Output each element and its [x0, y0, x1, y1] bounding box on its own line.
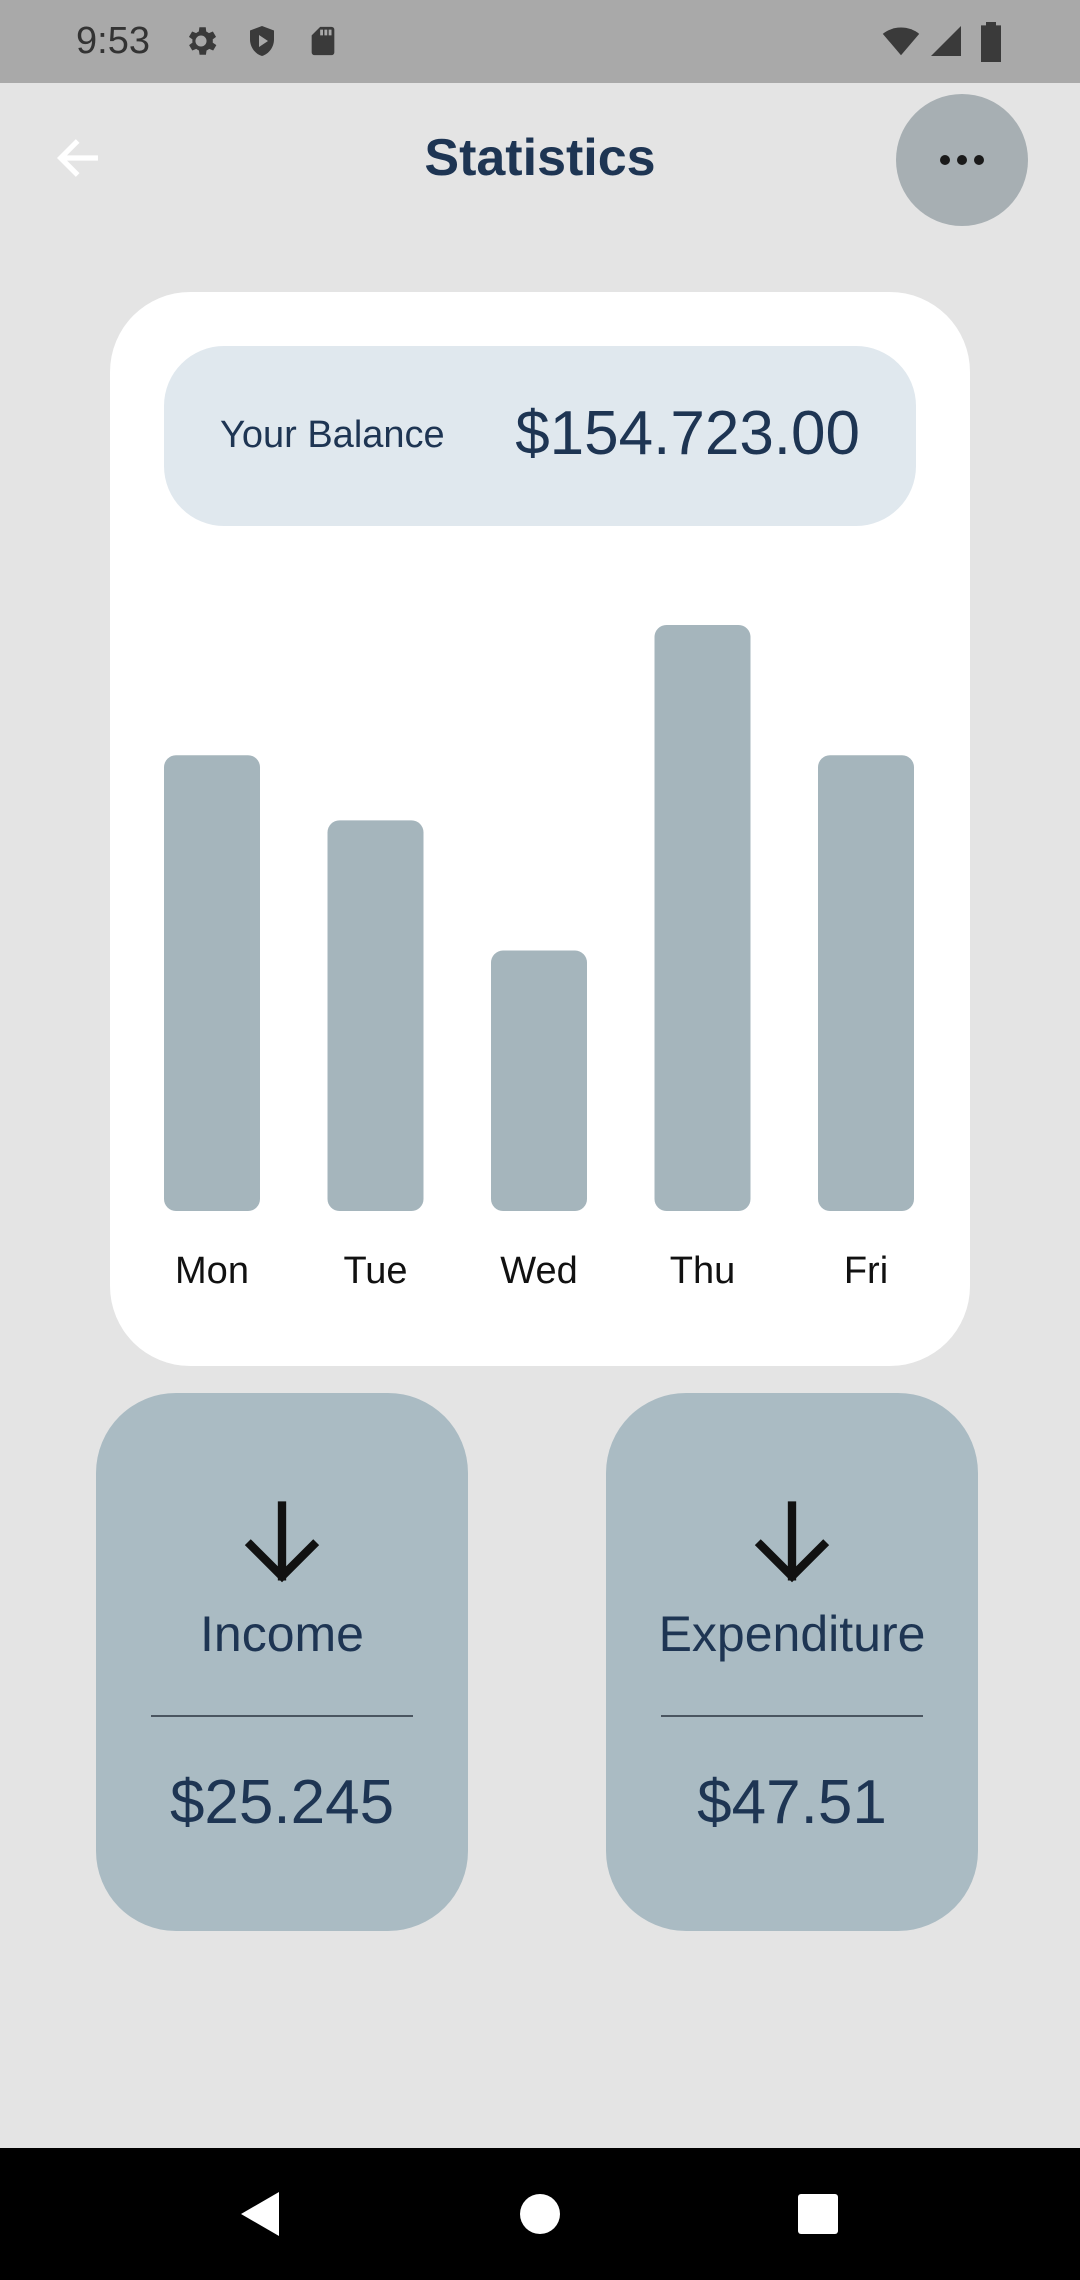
statistics-card: Your Balance $154.723.00 Mon Tue Wed Thu Fri: [110, 292, 970, 1366]
signal-icon: [931, 26, 961, 56]
nav-back-icon: [241, 2192, 279, 2236]
navigation-bar: [0, 2148, 1080, 2280]
nav-recents-icon: [798, 2194, 838, 2234]
bar-mon: [164, 755, 260, 1211]
nav-home-icon: [520, 2194, 560, 2234]
bar-tue: [327, 820, 424, 1211]
expenditure-value: $47.51: [697, 1768, 887, 1837]
status-bar: 9:53: [0, 0, 1080, 83]
nav-back-button[interactable]: [218, 2172, 302, 2256]
divider: [661, 1715, 923, 1717]
weekly-bar-chart: Mon Tue Wed Thu Fri: [164, 625, 914, 1292]
divider: [151, 1715, 413, 1717]
gear-icon: [188, 27, 217, 55]
wifi-icon: [882, 27, 920, 56]
income-card[interactable]: Income $25.245: [96, 1393, 468, 1931]
status-time: 9:53: [76, 20, 150, 62]
battery-icon: [981, 22, 1001, 62]
bar-label-thu: Thu: [670, 1250, 735, 1292]
shield-icon: [250, 26, 274, 56]
expenditure-title: Expenditure: [658, 1606, 926, 1662]
arrow-down-icon: [754, 1501, 830, 1583]
more-options-button[interactable]: [896, 94, 1028, 226]
income-value: $25.245: [169, 1768, 395, 1837]
arrow-down-icon: [244, 1501, 320, 1583]
nav-home-button[interactable]: [498, 2172, 582, 2256]
bar-label-mon: Mon: [175, 1250, 249, 1292]
bar-thu: [654, 625, 751, 1211]
income-title: Income: [200, 1606, 364, 1662]
expenditure-card[interactable]: Expenditure $47.51: [606, 1393, 978, 1931]
bar-label-fri: Fri: [844, 1250, 888, 1292]
bar-fri: [818, 755, 914, 1211]
bar-label-tue: Tue: [343, 1250, 407, 1292]
more-horizontal-icon: [940, 155, 984, 165]
bar-label-wed: Wed: [500, 1250, 577, 1292]
nav-recents-button[interactable]: [776, 2172, 860, 2256]
bar-wed: [491, 950, 587, 1211]
sd-card-icon: [311, 26, 335, 56]
